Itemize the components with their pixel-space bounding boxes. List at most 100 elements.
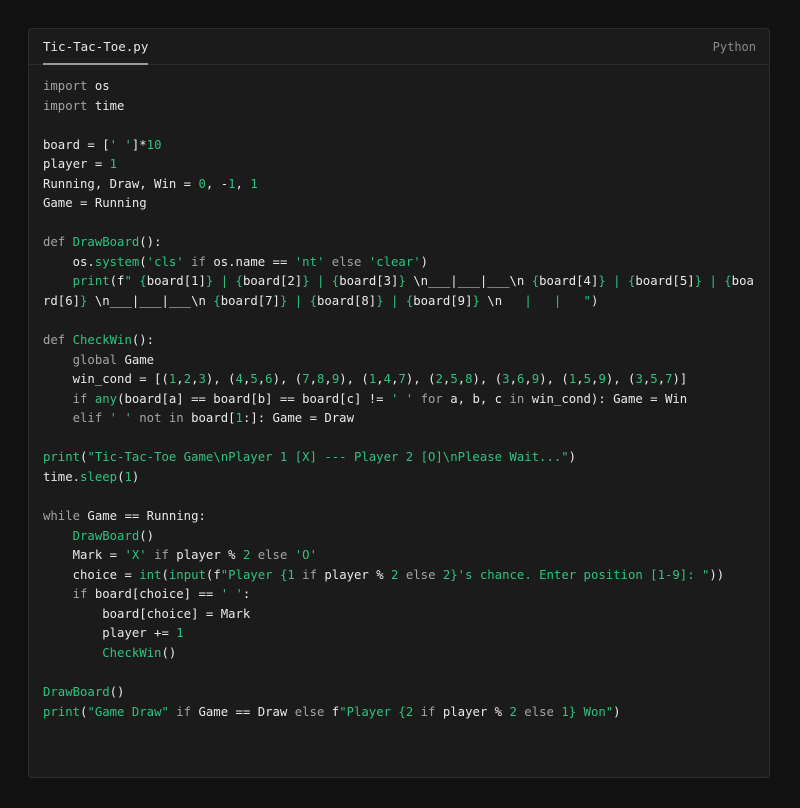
code-token: board[9] [413, 294, 473, 309]
code-token: 'nt' [294, 254, 325, 269]
code-token: Game = Running [43, 196, 147, 211]
code-token: )) [709, 567, 725, 582]
code-token: 5 [583, 372, 592, 387]
code-line: ​ [43, 214, 759, 234]
code-token: } [80, 294, 95, 309]
code-token: ) [131, 469, 140, 484]
code-line: ​ [43, 116, 759, 136]
code-token: ]* [131, 137, 147, 152]
code-token: () [139, 528, 155, 543]
code-token: win_cond = [( [43, 372, 169, 387]
code-token: player % [176, 548, 243, 563]
code-token: 10 [146, 137, 162, 152]
code-token: DrawBoard [43, 684, 110, 699]
code-token: 3 [502, 372, 510, 387]
code-token: , - [205, 176, 229, 191]
code-token: 1 [176, 626, 184, 641]
code-token: ' ' [391, 391, 414, 406]
code-token: os. [43, 254, 95, 269]
code-token: board[1] [146, 274, 206, 289]
code-block-header: Tic-Tac-Toe.py Python [29, 29, 769, 65]
code-line: import time [43, 97, 759, 117]
code-token: Running, Draw, Win = [43, 176, 199, 191]
code-token: 7 [398, 372, 406, 387]
code-token: if [294, 567, 325, 582]
code-token: "Player { [339, 704, 406, 719]
code-token: board[2] [242, 274, 303, 289]
code-token: ' ' [220, 587, 243, 602]
code-line: def CheckWin(): [43, 331, 759, 351]
code-token: ), ( [272, 372, 303, 387]
code-token: any [94, 391, 118, 406]
code-token: else [250, 548, 295, 563]
code-token: 9 [598, 372, 606, 387]
code-token: 7 [302, 372, 310, 387]
code-token: ( [139, 254, 147, 269]
code-token: in [509, 391, 532, 406]
code-token: 4 [383, 372, 392, 387]
code-token: 1 [250, 176, 258, 191]
code-token: , [376, 372, 384, 387]
code-token: 5 [650, 372, 658, 387]
code-token: } | { [279, 294, 317, 309]
code-token: for [413, 391, 451, 406]
code-token: } [398, 274, 414, 289]
code-line: if board[choice] == ' ': [43, 585, 759, 605]
code-line: def DrawBoard(): [43, 233, 759, 253]
code-token: if [413, 704, 443, 719]
code-token: if [43, 391, 95, 406]
code-token: 1 [235, 411, 243, 426]
code-token: Game == Running: [87, 509, 206, 524]
code-block-card: Tic-Tac-Toe.py Python import os import ti… [28, 28, 770, 778]
code-token: if [146, 548, 177, 563]
code-line: ​ [43, 663, 759, 683]
code-token: () [161, 645, 177, 660]
code-token: win_cond): Game = Win [531, 391, 688, 406]
code-line: choice = int(input(f"Player {1 if player… [43, 566, 759, 586]
code-token: else [324, 254, 369, 269]
code-line: ​ [43, 429, 759, 449]
code-token: :]: Game = Draw [242, 411, 354, 426]
code-token: int [139, 567, 162, 582]
code-token: 6 [265, 372, 273, 387]
code-line: while Game == Running: [43, 507, 759, 527]
code-token: ) [590, 294, 599, 309]
code-token: not in [131, 411, 192, 426]
code-token: Game == Draw [198, 704, 295, 719]
language-label: Python [712, 40, 756, 54]
code-token: 1 [109, 157, 118, 172]
code-token: 5 [450, 372, 458, 387]
file-tab[interactable]: Tic-Tac-Toe.py [43, 29, 149, 65]
code-token: player += [43, 626, 177, 641]
code-token: 4 [235, 372, 243, 387]
code-token: 2 [435, 372, 443, 387]
code-line: player += 1 [43, 624, 759, 644]
code-token: (): [131, 333, 155, 348]
code-token: else [294, 704, 332, 719]
code-token: DrawBoard [72, 528, 140, 543]
code-line: Mark = 'X' if player % 2 else 'O' [43, 546, 759, 566]
code-token: board[ [191, 411, 236, 426]
code-token: board[choice] = Mark [43, 606, 251, 621]
code-token: DrawBoard [72, 235, 140, 250]
code-line: global Game [43, 351, 759, 371]
code-token: { [524, 274, 540, 289]
code-token: board[5] [635, 274, 695, 289]
code-token: : [242, 587, 251, 602]
code-token: ), ( [539, 372, 569, 387]
code-line: ​ [43, 312, 759, 332]
code-content[interactable]: import osimport time​board = [' ']*10pla… [43, 77, 759, 722]
code-token: if [183, 254, 214, 269]
code-token: player = [43, 157, 110, 172]
code-token: ), ( [472, 372, 503, 387]
code-token: 7 [665, 372, 673, 387]
code-token: " { [124, 274, 147, 289]
code-token: { [205, 294, 221, 309]
code-token: } Won" [568, 704, 614, 719]
code-line: DrawBoard() [43, 527, 759, 547]
code-token: 1 [124, 469, 132, 484]
code-token: , [176, 372, 184, 387]
code-token: )] [672, 372, 688, 387]
